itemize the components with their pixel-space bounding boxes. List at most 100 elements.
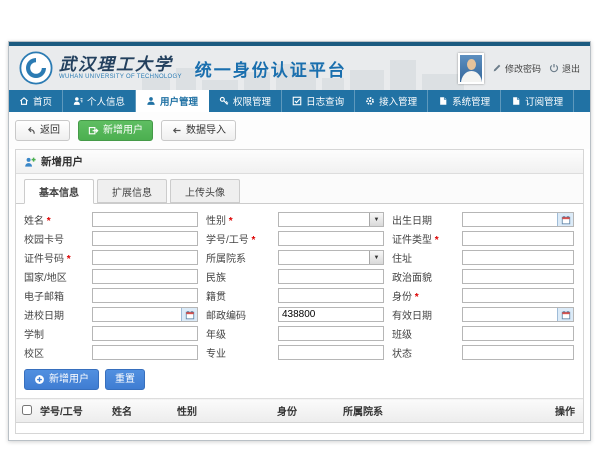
political-status-label: 政治面貌 — [392, 269, 454, 284]
student-id-input[interactable] — [278, 231, 384, 246]
tab-extended-info[interactable]: 扩展信息 — [97, 179, 167, 203]
tab-basic-info[interactable]: 基本信息 — [24, 179, 94, 204]
nav-label: 首页 — [33, 94, 52, 108]
nav-item-subscription[interactable]: 订阅管理 — [501, 90, 574, 112]
native-place-input[interactable] — [278, 288, 384, 303]
logout-label: 退出 — [562, 62, 580, 75]
class-label: 班级 — [392, 326, 454, 341]
reset-button[interactable]: 重置 — [105, 369, 145, 390]
identity-input[interactable] — [462, 288, 574, 303]
submit-add-user-button[interactable]: 新增用户 — [24, 369, 99, 390]
profile-icon — [73, 96, 83, 106]
add-user-icon — [88, 125, 99, 136]
pencil-icon — [492, 63, 502, 73]
user-icon — [146, 96, 156, 106]
plus-circle-icon — [34, 374, 45, 385]
key-icon — [219, 96, 229, 106]
col-gender: 性别 — [173, 399, 273, 423]
status-input[interactable] — [462, 345, 574, 360]
country-label: 国家/地区 — [24, 269, 84, 284]
university-name-en: WUHAN UNIVERSITY OF TECHNOLOGY — [59, 74, 182, 80]
person-plus-icon — [24, 156, 36, 168]
id-number-input[interactable] — [92, 250, 198, 265]
calendar-icon[interactable] — [557, 213, 573, 226]
native-place-label: 籍贯 — [206, 288, 270, 303]
add-user-toolbar-button[interactable]: 新增用户 — [78, 120, 153, 141]
country-input[interactable] — [92, 269, 198, 284]
change-password-label: 修改密码 — [505, 62, 541, 75]
col-department: 所属院系 — [339, 399, 551, 423]
system-page-icon — [438, 96, 448, 106]
change-password-link[interactable]: 修改密码 — [492, 62, 541, 75]
id-type-input[interactable] — [462, 231, 574, 246]
col-student-id: 学号/工号 — [36, 399, 108, 423]
campus-card-label: 校园卡号 — [24, 231, 84, 246]
nav-label: 权限管理 — [233, 94, 271, 108]
nav-label: 系统管理 — [452, 94, 490, 108]
data-import-button[interactable]: 数据导入 — [161, 120, 236, 141]
nav-item-home[interactable]: 首页 — [9, 90, 63, 112]
table-row — [16, 423, 583, 433]
university-logo-icon — [19, 51, 53, 85]
header-actions: 修改密码 退出 — [458, 53, 580, 84]
nav-item-profile[interactable]: 个人信息 — [63, 90, 136, 112]
panel-title-bar: 新增用户 — [16, 150, 583, 174]
major-input[interactable] — [278, 345, 384, 360]
form-actions: 新增用户 重置 — [16, 365, 583, 398]
power-icon — [549, 63, 559, 73]
nav-item-user-management[interactable]: 用户管理 — [136, 90, 209, 112]
page-title: 统一身份认证平台 — [195, 56, 347, 81]
nav-item-logs[interactable]: 日志查询 — [282, 90, 355, 112]
chevron-down-icon[interactable]: ▼ — [369, 251, 383, 264]
schooling-length-label: 学制 — [24, 326, 84, 341]
major-label: 专业 — [206, 345, 270, 360]
ethnicity-input[interactable] — [278, 269, 384, 284]
back-button[interactable]: 返回 — [15, 120, 70, 141]
email-label: 电子邮箱 — [24, 288, 84, 303]
identity-label: 身份 — [392, 288, 454, 303]
main-nav: 首页 个人信息 用户管理 权限管理 日志查询 接入管理 系统管理 订阅管理 — [9, 90, 590, 112]
political-status-input[interactable] — [462, 269, 574, 284]
logout-link[interactable]: 退出 — [549, 62, 580, 75]
tab-upload-avatar[interactable]: 上传头像 — [170, 179, 240, 203]
home-icon — [19, 96, 29, 106]
address-input[interactable] — [462, 250, 574, 265]
nav-label: 日志查询 — [306, 94, 344, 108]
select-all-checkbox[interactable] — [22, 405, 32, 415]
nav-item-permissions[interactable]: 权限管理 — [209, 90, 282, 112]
gender-label: 性别 — [206, 212, 270, 227]
calendar-icon[interactable] — [557, 308, 573, 321]
postal-code-input[interactable] — [278, 307, 384, 322]
data-import-label: 数据导入 — [186, 124, 226, 137]
department-label: 所属院系 — [206, 250, 270, 265]
panel-title: 新增用户 — [41, 154, 83, 169]
id-type-label: 证件类型 — [392, 231, 454, 246]
postal-code-label: 邮政编码 — [206, 307, 270, 322]
valid-date-label: 有效日期 — [392, 307, 454, 322]
email-input[interactable] — [92, 288, 198, 303]
nav-item-access[interactable]: 接入管理 — [355, 90, 428, 112]
status-label: 状态 — [392, 345, 454, 360]
reset-label: 重置 — [115, 373, 135, 386]
campus-input[interactable] — [92, 345, 198, 360]
avatar[interactable] — [458, 53, 484, 84]
basic-info-form: 姓名 性别 ▼ 出生日期 校园卡号 学号/工号 证件类型 证件号码 所属院系 ▼… — [16, 204, 583, 365]
schooling-length-input[interactable] — [92, 326, 198, 341]
submit-label: 新增用户 — [49, 373, 89, 386]
campus-card-input[interactable] — [92, 231, 198, 246]
student-id-label: 学号/工号 — [206, 231, 270, 246]
university-name-block: 武汉理工大学 WUHAN UNIVERSITY OF TECHNOLOGY — [59, 56, 182, 80]
grade-label: 年级 — [206, 326, 270, 341]
add-user-panel: 新增用户 基本信息 扩展信息 上传头像 姓名 性别 ▼ 出生日期 校园卡号 学号… — [15, 149, 584, 434]
tab-strip: 基本信息 扩展信息 上传头像 — [16, 174, 583, 204]
col-identity: 身份 — [273, 399, 339, 423]
grade-input[interactable] — [278, 326, 384, 341]
toolbar: 返回 新增用户 数据导入 — [9, 112, 590, 149]
nav-label: 个人信息 — [87, 94, 125, 108]
class-input[interactable] — [462, 326, 574, 341]
nav-item-system[interactable]: 系统管理 — [428, 90, 501, 112]
gear-icon — [365, 96, 375, 106]
name-input[interactable] — [92, 212, 198, 227]
calendar-icon[interactable] — [181, 308, 197, 321]
chevron-down-icon[interactable]: ▼ — [369, 213, 383, 226]
